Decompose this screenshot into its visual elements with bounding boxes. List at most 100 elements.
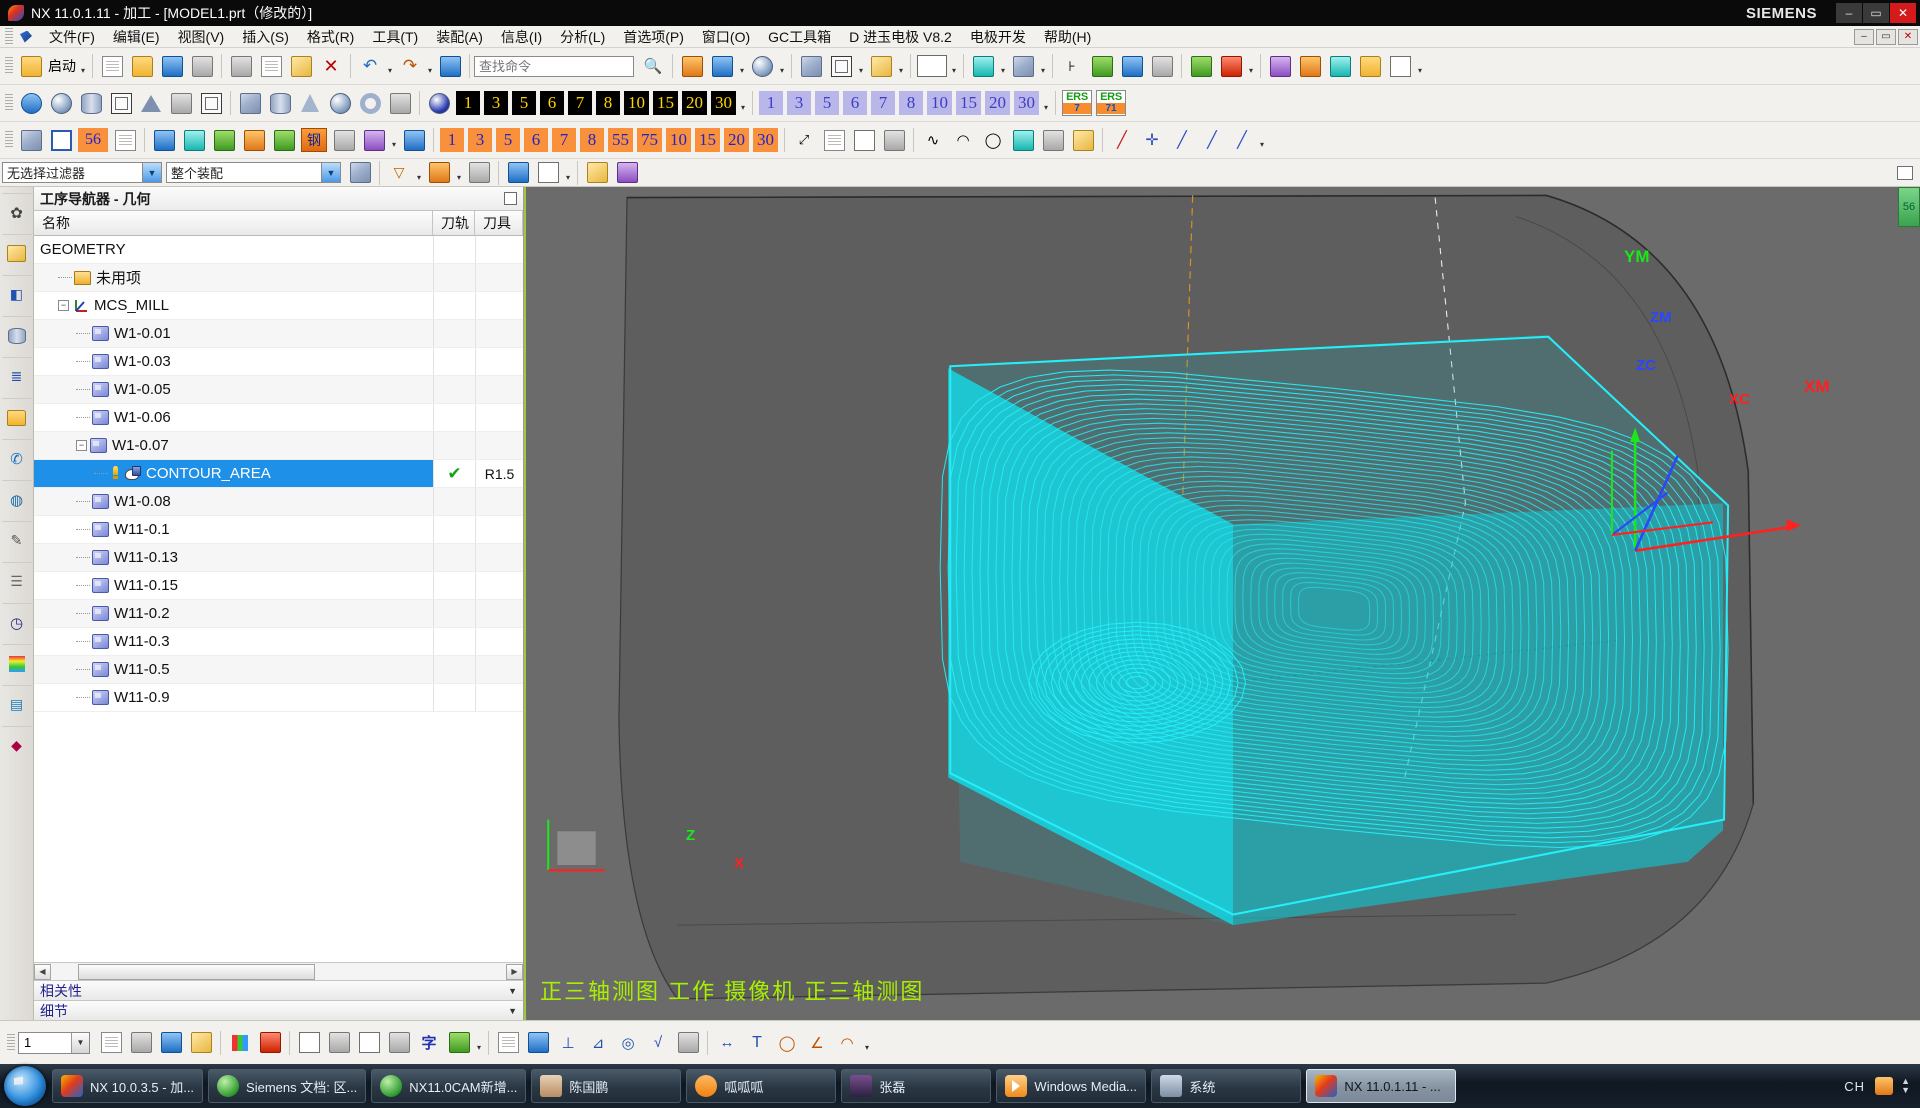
redo-dropdown-icon[interactable]: ▾ <box>425 52 435 80</box>
shell-button[interactable] <box>196 88 226 118</box>
tree-row[interactable]: W1-0.06 <box>34 404 523 432</box>
annotate-button[interactable] <box>819 125 849 155</box>
weld-symbol-button[interactable]: ⊿ <box>583 1028 613 1058</box>
tree-row-tool-cell[interactable] <box>475 376 523 403</box>
radius-button-15[interactable]: 15 <box>956 91 981 115</box>
snap-endpoint-button[interactable] <box>612 158 642 188</box>
taskbar-item[interactable]: NX 10.0.3.5 - 加... <box>52 1069 204 1103</box>
radius-button-3[interactable]: 3 <box>787 91 811 115</box>
chevron-down-icon-4[interactable]: ▼ <box>508 1006 517 1016</box>
operation-tree[interactable]: GEOMETRY 未用项 − MCS_MILL W1-0.01 W1-0.03 W1-0.0… <box>34 236 523 962</box>
contour-area-button[interactable] <box>179 125 209 155</box>
sim-view-button[interactable] <box>1325 51 1355 81</box>
start-menu-button[interactable] <box>16 51 46 81</box>
toolbar-grip-3[interactable] <box>5 131 13 149</box>
rail-item-roles-icon[interactable]: ☰ <box>1 562 32 600</box>
filter-funnel-icon[interactable]: ▽ <box>384 158 414 188</box>
menu-item-format[interactable]: 格式(R) <box>298 25 363 49</box>
surface-finish-button[interactable]: √ <box>643 1028 673 1058</box>
new-file-button[interactable] <box>97 51 127 81</box>
machine-config-button[interactable] <box>269 125 299 155</box>
pin-icon[interactable] <box>504 192 517 205</box>
line-button[interactable]: ╱ <box>1107 125 1137 155</box>
shield-check-icon[interactable] <box>1087 51 1117 81</box>
tool-count-badge[interactable]: 56 <box>78 128 108 152</box>
tree-row-tool-cell[interactable] <box>475 488 523 515</box>
menu-item-insert[interactable]: 插入(S) <box>233 25 298 49</box>
column-header-tool[interactable]: 刀具 <box>475 211 523 235</box>
radius-button-7[interactable]: 7 <box>871 91 895 115</box>
window-close-button[interactable]: ✕ <box>1890 3 1916 23</box>
column-header-toolpath[interactable]: 刀轨 <box>433 211 475 235</box>
edge-button[interactable]: ╱ <box>1227 125 1257 155</box>
generate-toolpath-button[interactable] <box>1186 51 1216 81</box>
color-dropdown-icon[interactable]: ▾ <box>949 52 959 80</box>
snap-center-dropdown-icon[interactable]: ▾ <box>563 159 573 187</box>
menu-item-window[interactable]: 窗口(O) <box>693 25 759 49</box>
undo-dropdown-icon[interactable]: ▾ <box>385 52 395 80</box>
layer-visible-button[interactable] <box>126 1028 156 1058</box>
snap-dropdown-icon[interactable]: ▾ <box>454 159 464 187</box>
tree-row-name-cell[interactable]: W11-0.5 <box>34 656 433 683</box>
menu-item-help[interactable]: 帮助(H) <box>1035 25 1100 49</box>
tree-row-toolpath-cell[interactable]: ✔ <box>433 460 475 487</box>
tree-row-toolpath-cell[interactable] <box>433 292 475 319</box>
panel-details[interactable]: 细节 ▼ <box>34 1000 523 1020</box>
open-folder-button[interactable] <box>1355 51 1385 81</box>
tree-row-tool-cell[interactable] <box>475 264 523 291</box>
rail-item-web-icon[interactable]: ▤ <box>1 685 32 723</box>
sphere-primitive-button[interactable] <box>325 88 355 118</box>
diameter-button-30[interactable]: 30 <box>711 91 736 115</box>
tree-row-name-cell[interactable]: − W1-0.07 <box>34 432 433 459</box>
tree-row-toolpath-cell[interactable] <box>433 488 475 515</box>
diameter-button-7[interactable]: 7 <box>568 91 592 115</box>
tree-row[interactable]: GEOMETRY <box>34 236 523 264</box>
resource-bar-toggle[interactable] <box>1890 158 1920 188</box>
tree-row-toolpath-cell[interactable] <box>433 320 475 347</box>
rail-item-reuse-library-icon[interactable] <box>1 398 32 436</box>
layer-dropdown-icon[interactable]: ▾ <box>737 52 747 80</box>
start-dropdown-icon[interactable]: ▾ <box>78 52 88 80</box>
tree-row-name-cell[interactable]: 未用项 <box>34 264 433 291</box>
menu-item-preferences[interactable]: 首选项(P) <box>614 25 693 49</box>
tree-row-toolpath-cell[interactable] <box>433 236 475 263</box>
datum-button[interactable]: ⊥ <box>553 1028 583 1058</box>
section-dropdown-icon[interactable]: ▾ <box>998 52 1008 80</box>
verify-dropdown-icon[interactable]: ▾ <box>1246 52 1256 80</box>
edit-object-display-button[interactable] <box>255 1028 285 1058</box>
diameter-button-8[interactable]: 8 <box>596 91 620 115</box>
snap-center-button[interactable] <box>533 158 563 188</box>
move-to-layer-button[interactable] <box>156 1028 186 1058</box>
tree-row-toolpath-cell[interactable] <box>433 572 475 599</box>
step-button-15[interactable]: 15 <box>695 128 720 152</box>
step-button-3[interactable]: 3 <box>468 128 492 152</box>
view-orient-button[interactable] <box>1008 51 1038 81</box>
taskbar-item[interactable]: Windows Media... <box>996 1069 1147 1103</box>
select-face-button[interactable] <box>345 158 375 188</box>
tree-row[interactable]: W1-0.05 <box>34 376 523 404</box>
tree-row[interactable]: 未用项 <box>34 264 523 292</box>
tree-row-tool-cell[interactable] <box>475 656 523 683</box>
pattern-feature-button[interactable] <box>385 88 415 118</box>
rail-item-operation-navigator-icon[interactable]: ≣ <box>1 357 32 395</box>
layer-settings-bottom-button[interactable] <box>96 1028 126 1058</box>
render-dropdown-icon[interactable]: ▾ <box>856 52 866 80</box>
note-button[interactable] <box>493 1028 523 1058</box>
work-layer-combo[interactable]: 1 ▼ <box>18 1031 90 1054</box>
revolve-button[interactable] <box>106 88 136 118</box>
menu-item-view[interactable]: 视图(V) <box>169 25 234 49</box>
window-maximize-button[interactable]: ▭ <box>1863 3 1889 23</box>
tree-row-name-cell[interactable]: W1-0.03 <box>34 348 433 375</box>
viewport-tab-badge[interactable]: 56 <box>1898 187 1920 227</box>
tree-row-name-cell[interactable]: W11-0.15 <box>34 572 433 599</box>
tree-row-toolpath-cell[interactable] <box>433 404 475 431</box>
tree-row[interactable]: W11-0.1 <box>34 516 523 544</box>
tree-row-tool-cell[interactable] <box>475 544 523 571</box>
tree-row[interactable]: W1-0.01 <box>34 320 523 348</box>
feed-speed-button[interactable] <box>359 125 389 155</box>
print-button[interactable] <box>187 51 217 81</box>
torus-primitive-button[interactable] <box>355 88 385 118</box>
tree-row-name-cell[interactable]: GEOMETRY <box>34 236 433 263</box>
solid-body-button[interactable] <box>796 51 826 81</box>
menu-item-file[interactable]: 文件(F) <box>40 25 104 49</box>
